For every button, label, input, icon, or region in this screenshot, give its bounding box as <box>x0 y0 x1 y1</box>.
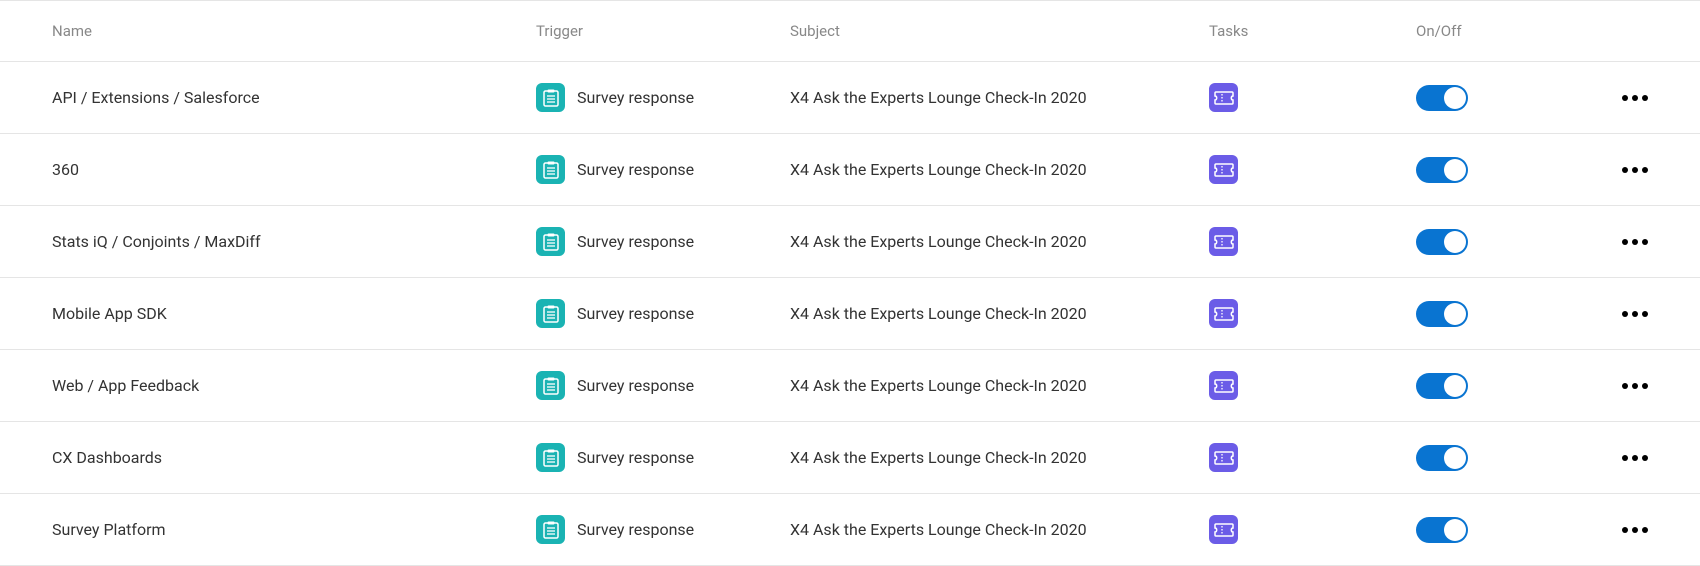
enable-toggle[interactable] <box>1416 445 1468 471</box>
col-header-name: Name <box>52 22 92 40</box>
enable-toggle[interactable] <box>1416 157 1468 183</box>
col-header-tasks: Tasks <box>1209 22 1248 40</box>
table-row[interactable]: 360 Survey response X4 Ask the Experts L… <box>0 134 1700 206</box>
workflow-name: Web / App Feedback <box>52 376 199 395</box>
clipboard-icon <box>536 515 565 544</box>
trigger-label: Survey response <box>577 88 694 107</box>
clipboard-icon <box>536 299 565 328</box>
col-header-subject: Subject <box>790 22 840 40</box>
enable-toggle[interactable] <box>1416 373 1468 399</box>
trigger-label: Survey response <box>577 232 694 251</box>
row-actions-menu[interactable] <box>1616 305 1654 323</box>
row-actions-menu[interactable] <box>1616 161 1654 179</box>
row-actions-menu[interactable] <box>1616 449 1654 467</box>
table-row[interactable]: API / Extensions / Salesforce Survey res… <box>0 62 1700 134</box>
workflow-name: CX Dashboards <box>52 448 162 467</box>
table-header-row: Name Trigger Subject Tasks On/Off <box>0 0 1700 62</box>
col-header-trigger: Trigger <box>536 22 583 40</box>
trigger-label: Survey response <box>577 160 694 179</box>
table-row[interactable]: Survey Platform Survey response X4 Ask t… <box>0 494 1700 566</box>
clipboard-icon <box>536 83 565 112</box>
workflow-name: Stats iQ / Conjoints / MaxDiff <box>52 232 261 251</box>
clipboard-icon <box>536 443 565 472</box>
clipboard-icon <box>536 371 565 400</box>
subject-text: X4 Ask the Experts Lounge Check-In 2020 <box>790 88 1087 107</box>
ticket-icon[interactable] <box>1209 299 1238 328</box>
trigger-label: Survey response <box>577 448 694 467</box>
table-row[interactable]: Stats iQ / Conjoints / MaxDiff Survey re… <box>0 206 1700 278</box>
subject-text: X4 Ask the Experts Lounge Check-In 2020 <box>790 160 1087 179</box>
subject-text: X4 Ask the Experts Lounge Check-In 2020 <box>790 376 1087 395</box>
ticket-icon[interactable] <box>1209 83 1238 112</box>
ticket-icon[interactable] <box>1209 371 1238 400</box>
clipboard-icon <box>536 155 565 184</box>
ticket-icon[interactable] <box>1209 155 1238 184</box>
row-actions-menu[interactable] <box>1616 89 1654 107</box>
subject-text: X4 Ask the Experts Lounge Check-In 2020 <box>790 520 1087 539</box>
enable-toggle[interactable] <box>1416 229 1468 255</box>
enable-toggle[interactable] <box>1416 301 1468 327</box>
clipboard-icon <box>536 227 565 256</box>
ticket-icon[interactable] <box>1209 443 1238 472</box>
row-actions-menu[interactable] <box>1616 521 1654 539</box>
workflow-name: API / Extensions / Salesforce <box>52 88 260 107</box>
table-row[interactable]: CX Dashboards Survey response X4 Ask the… <box>0 422 1700 494</box>
row-actions-menu[interactable] <box>1616 233 1654 251</box>
workflow-name: Survey Platform <box>52 520 166 539</box>
table-row[interactable]: Web / App Feedback Survey response X4 As… <box>0 350 1700 422</box>
ticket-icon[interactable] <box>1209 227 1238 256</box>
subject-text: X4 Ask the Experts Lounge Check-In 2020 <box>790 304 1087 323</box>
col-header-onoff: On/Off <box>1416 22 1462 40</box>
trigger-label: Survey response <box>577 520 694 539</box>
subject-text: X4 Ask the Experts Lounge Check-In 2020 <box>790 448 1087 467</box>
row-actions-menu[interactable] <box>1616 377 1654 395</box>
workflows-table: Name Trigger Subject Tasks On/Off API / … <box>0 0 1700 566</box>
table-row[interactable]: Mobile App SDK Survey response X4 Ask th… <box>0 278 1700 350</box>
enable-toggle[interactable] <box>1416 517 1468 543</box>
ticket-icon[interactable] <box>1209 515 1238 544</box>
enable-toggle[interactable] <box>1416 85 1468 111</box>
workflow-name: Mobile App SDK <box>52 304 167 323</box>
workflow-name: 360 <box>52 160 79 179</box>
trigger-label: Survey response <box>577 304 694 323</box>
subject-text: X4 Ask the Experts Lounge Check-In 2020 <box>790 232 1087 251</box>
trigger-label: Survey response <box>577 376 694 395</box>
